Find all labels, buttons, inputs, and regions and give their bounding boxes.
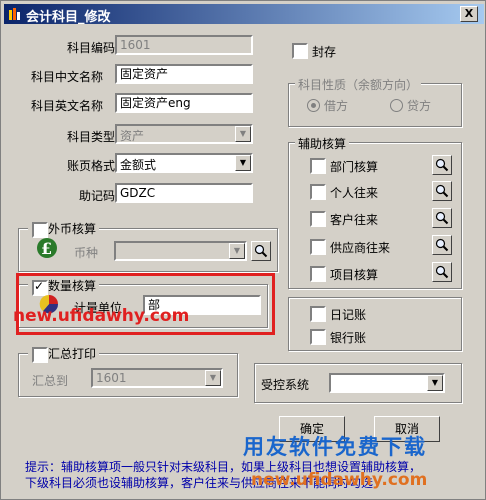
daily-journal-checkbox[interactable]: [310, 306, 326, 322]
credit-radio[interactable]: [390, 99, 403, 112]
type-combo[interactable]: 资产 ▼: [115, 124, 253, 144]
title-bar[interactable]: 会计科目_修改 X: [4, 4, 484, 25]
aux-checkbox-department[interactable]: [310, 158, 326, 174]
search-icon: [435, 265, 449, 279]
chevron-down-icon[interactable]: ▼: [427, 375, 443, 391]
search-icon: [435, 211, 449, 225]
project-search-button[interactable]: [432, 262, 452, 282]
aux-group-title: 辅助核算: [295, 135, 350, 152]
summary-title-text: 汇总打印: [48, 347, 97, 361]
seal-label: 封存: [312, 45, 337, 59]
customer-search-button[interactable]: [432, 208, 452, 228]
app-icon: [9, 8, 20, 20]
controlled-combo[interactable]: ▼: [329, 373, 445, 393]
dialog-window: 会计科目_修改 X 科目编码 1601 科目中文名称 固定资产 科目英文名称 固…: [0, 0, 486, 500]
watermark-brand: 用友软件免费下载: [243, 435, 427, 459]
chevron-down-icon[interactable]: ▼: [229, 243, 245, 259]
aux-checkbox-customer[interactable]: [310, 211, 326, 227]
chevron-down-icon[interactable]: ▼: [235, 155, 251, 171]
search-icon: [435, 158, 449, 172]
en-name-label: 科目英文名称: [31, 99, 104, 113]
window-title: 会计科目_修改: [26, 10, 111, 25]
aux-label-customer: 客户往来: [330, 213, 379, 227]
bank-journal-checkbox[interactable]: [310, 329, 326, 345]
aux-label-department: 部门核算: [330, 160, 379, 174]
search-icon: [435, 184, 449, 198]
cn-name-field[interactable]: 固定资产: [115, 64, 253, 84]
nature-group-title: 科目性质（余额方向）: [295, 76, 422, 93]
mnemonic-field[interactable]: GDZC: [115, 183, 253, 203]
currency-label: 币种: [74, 246, 99, 260]
supplier-search-button[interactable]: [432, 235, 452, 255]
summary-checkbox[interactable]: [32, 347, 48, 363]
debit-label: 借方: [324, 99, 349, 113]
personal-search-button[interactable]: [432, 181, 452, 201]
aux-checkbox-supplier[interactable]: [310, 239, 326, 255]
bank-journal-label: 银行账: [330, 331, 367, 345]
format-label: 账页格式: [67, 159, 116, 173]
chevron-down-icon[interactable]: ▼: [235, 126, 251, 142]
aux-label-project: 项目核算: [330, 268, 379, 282]
debit-radio[interactable]: [307, 99, 320, 112]
credit-label: 贷方: [407, 99, 432, 113]
aux-checkbox-project[interactable]: [310, 266, 326, 282]
cn-name-label: 科目中文名称: [31, 70, 104, 84]
currency-search-button[interactable]: [251, 241, 271, 261]
aux-checkbox-personal[interactable]: [310, 184, 326, 200]
currency-icon: £: [37, 238, 57, 258]
foreign-title-text: 外币核算: [48, 222, 97, 236]
aux-label-personal: 个人往来: [330, 186, 379, 200]
summary-to-label: 汇总到: [32, 374, 69, 388]
type-value: 资产: [120, 129, 145, 143]
daily-journal-label: 日记账: [330, 308, 367, 322]
watermark-bottom: new.ufidawhy.com: [251, 470, 428, 490]
aux-label-supplier: 供应商往来: [330, 241, 391, 255]
chevron-down-icon[interactable]: ▼: [205, 370, 221, 386]
type-label: 科目类型: [67, 130, 116, 144]
close-button[interactable]: X: [460, 6, 478, 22]
search-icon: [254, 244, 268, 258]
watermark-top: new.ufidawhy.com: [13, 306, 190, 326]
summary-to-combo[interactable]: 1601 ▼: [91, 368, 223, 388]
seal-checkbox[interactable]: [292, 43, 308, 59]
mnemonic-label: 助记码: [79, 189, 116, 203]
department-search-button[interactable]: [432, 155, 452, 175]
search-icon: [435, 238, 449, 252]
code-field[interactable]: 1601: [115, 35, 253, 55]
code-label: 科目编码: [67, 41, 116, 55]
currency-combo[interactable]: ▼: [114, 241, 247, 261]
svg-text:£: £: [41, 239, 52, 258]
summary-to-value: 1601: [96, 371, 127, 385]
format-combo[interactable]: 金额式 ▼: [115, 153, 253, 173]
en-name-field[interactable]: 固定资产eng: [115, 93, 253, 113]
controlled-label: 受控系统: [261, 378, 310, 392]
foreign-checkbox[interactable]: [32, 222, 48, 238]
format-value: 金额式: [120, 158, 157, 172]
